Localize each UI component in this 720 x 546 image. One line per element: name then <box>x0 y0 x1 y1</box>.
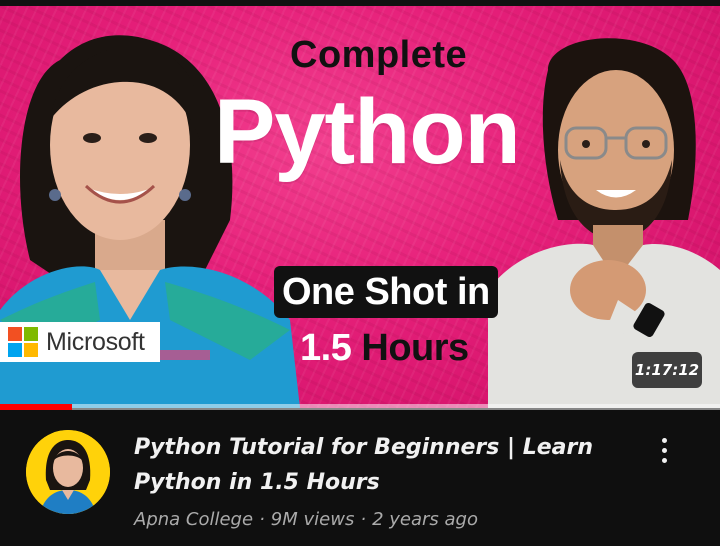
duration-badge: 1:17:12 <box>632 352 702 388</box>
video-meta: Python Tutorial for Beginners | Learn Py… <box>0 410 720 546</box>
thumbnail-tagline-box: One Shot in <box>274 266 498 318</box>
channel-name[interactable]: Apna College <box>134 509 253 530</box>
view-count: 9M views <box>270 509 355 530</box>
channel-avatar[interactable] <box>26 430 110 514</box>
microsoft-badge: Microsoft <box>0 322 160 362</box>
top-edge <box>0 0 720 6</box>
microsoft-logo-icon <box>8 327 38 357</box>
separator: · <box>259 509 265 530</box>
video-thumbnail[interactable]: Complete Python One Shot in 1.5 Hours Mi… <box>0 0 720 408</box>
upload-age: 2 years ago <box>372 509 478 530</box>
separator: · <box>360 509 367 530</box>
more-vertical-icon[interactable] <box>648 430 680 470</box>
video-subtitle: Apna College · 9M views · 2 years ago <box>134 508 478 532</box>
tagline-number: 1.5 <box>300 327 352 369</box>
microsoft-badge-label: Microsoft <box>46 327 145 356</box>
video-card[interactable]: Complete Python One Shot in 1.5 Hours Mi… <box>0 0 720 546</box>
thumbnail-headline-top: Complete <box>290 34 468 76</box>
thumbnail-headline-main: Python <box>214 81 521 183</box>
tagline-word: Hours <box>361 327 469 369</box>
thumbnail-tagline-hours: 1.5 Hours <box>300 324 469 372</box>
video-title[interactable]: Python Tutorial for Beginners | Learn Py… <box>134 430 624 500</box>
